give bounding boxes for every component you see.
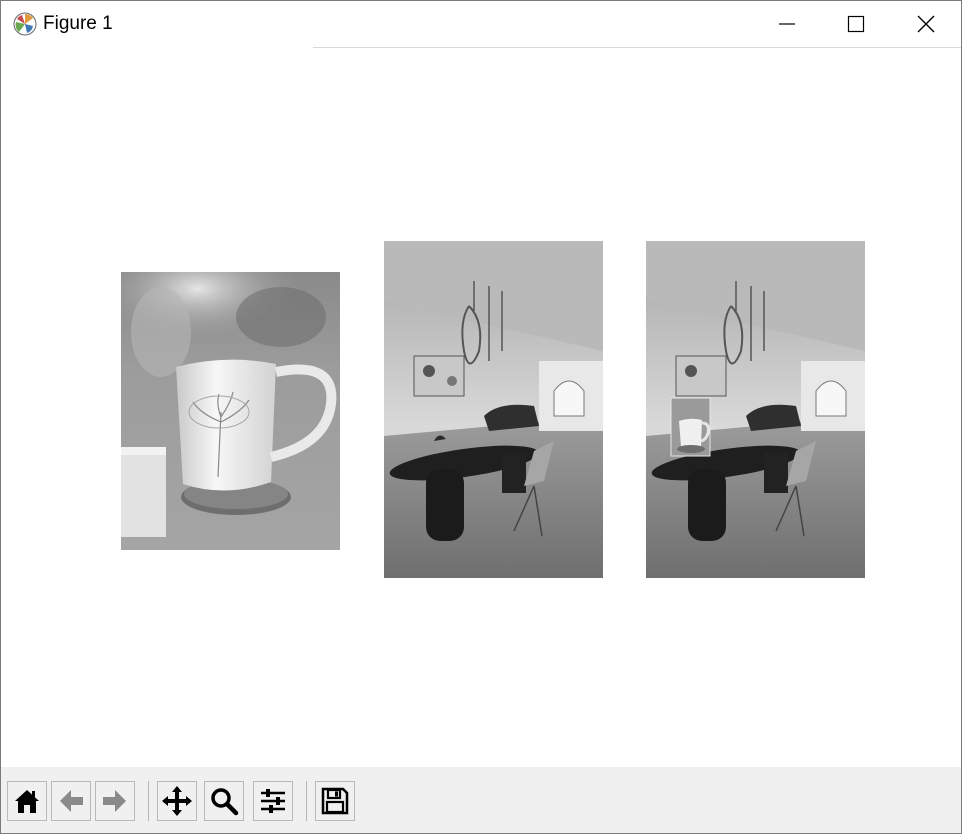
minimize-icon [779, 23, 795, 25]
toolbar-separator [148, 781, 149, 821]
home-button[interactable] [7, 781, 47, 821]
home-icon [15, 790, 39, 813]
pan-move-icon [162, 786, 192, 816]
forward-button[interactable] [95, 781, 135, 821]
pan-button[interactable] [157, 781, 197, 821]
navigation-toolbar [1, 767, 961, 833]
inset-mug-image [670, 397, 711, 457]
forward-arrow-icon [103, 790, 126, 812]
close-icon [917, 15, 935, 33]
window-title: Figure 1 [43, 13, 113, 34]
title-bar[interactable]: Figure 1 [1, 1, 961, 47]
back-arrow-icon [60, 790, 83, 812]
maximize-icon [847, 15, 865, 33]
close-button[interactable] [891, 1, 961, 47]
zoom-button[interactable] [204, 781, 244, 821]
room-image-panel [384, 241, 603, 578]
maximize-button[interactable] [821, 1, 891, 47]
configure-subplots-button[interactable] [253, 781, 293, 821]
save-disk-icon [321, 787, 349, 815]
matplotlib-app-icon [13, 12, 37, 36]
mug-image-panel [121, 272, 340, 550]
minimize-button[interactable] [752, 1, 822, 47]
figure-window: Figure 1 [0, 0, 962, 834]
figure-canvas[interactable] [1, 48, 961, 767]
zoom-magnifier-icon [211, 788, 239, 816]
save-button[interactable] [315, 781, 355, 821]
toolbar-separator [306, 781, 307, 821]
back-button[interactable] [51, 781, 91, 821]
configure-subplots-icon [261, 789, 285, 813]
room-with-inset-image-panel [646, 241, 865, 578]
